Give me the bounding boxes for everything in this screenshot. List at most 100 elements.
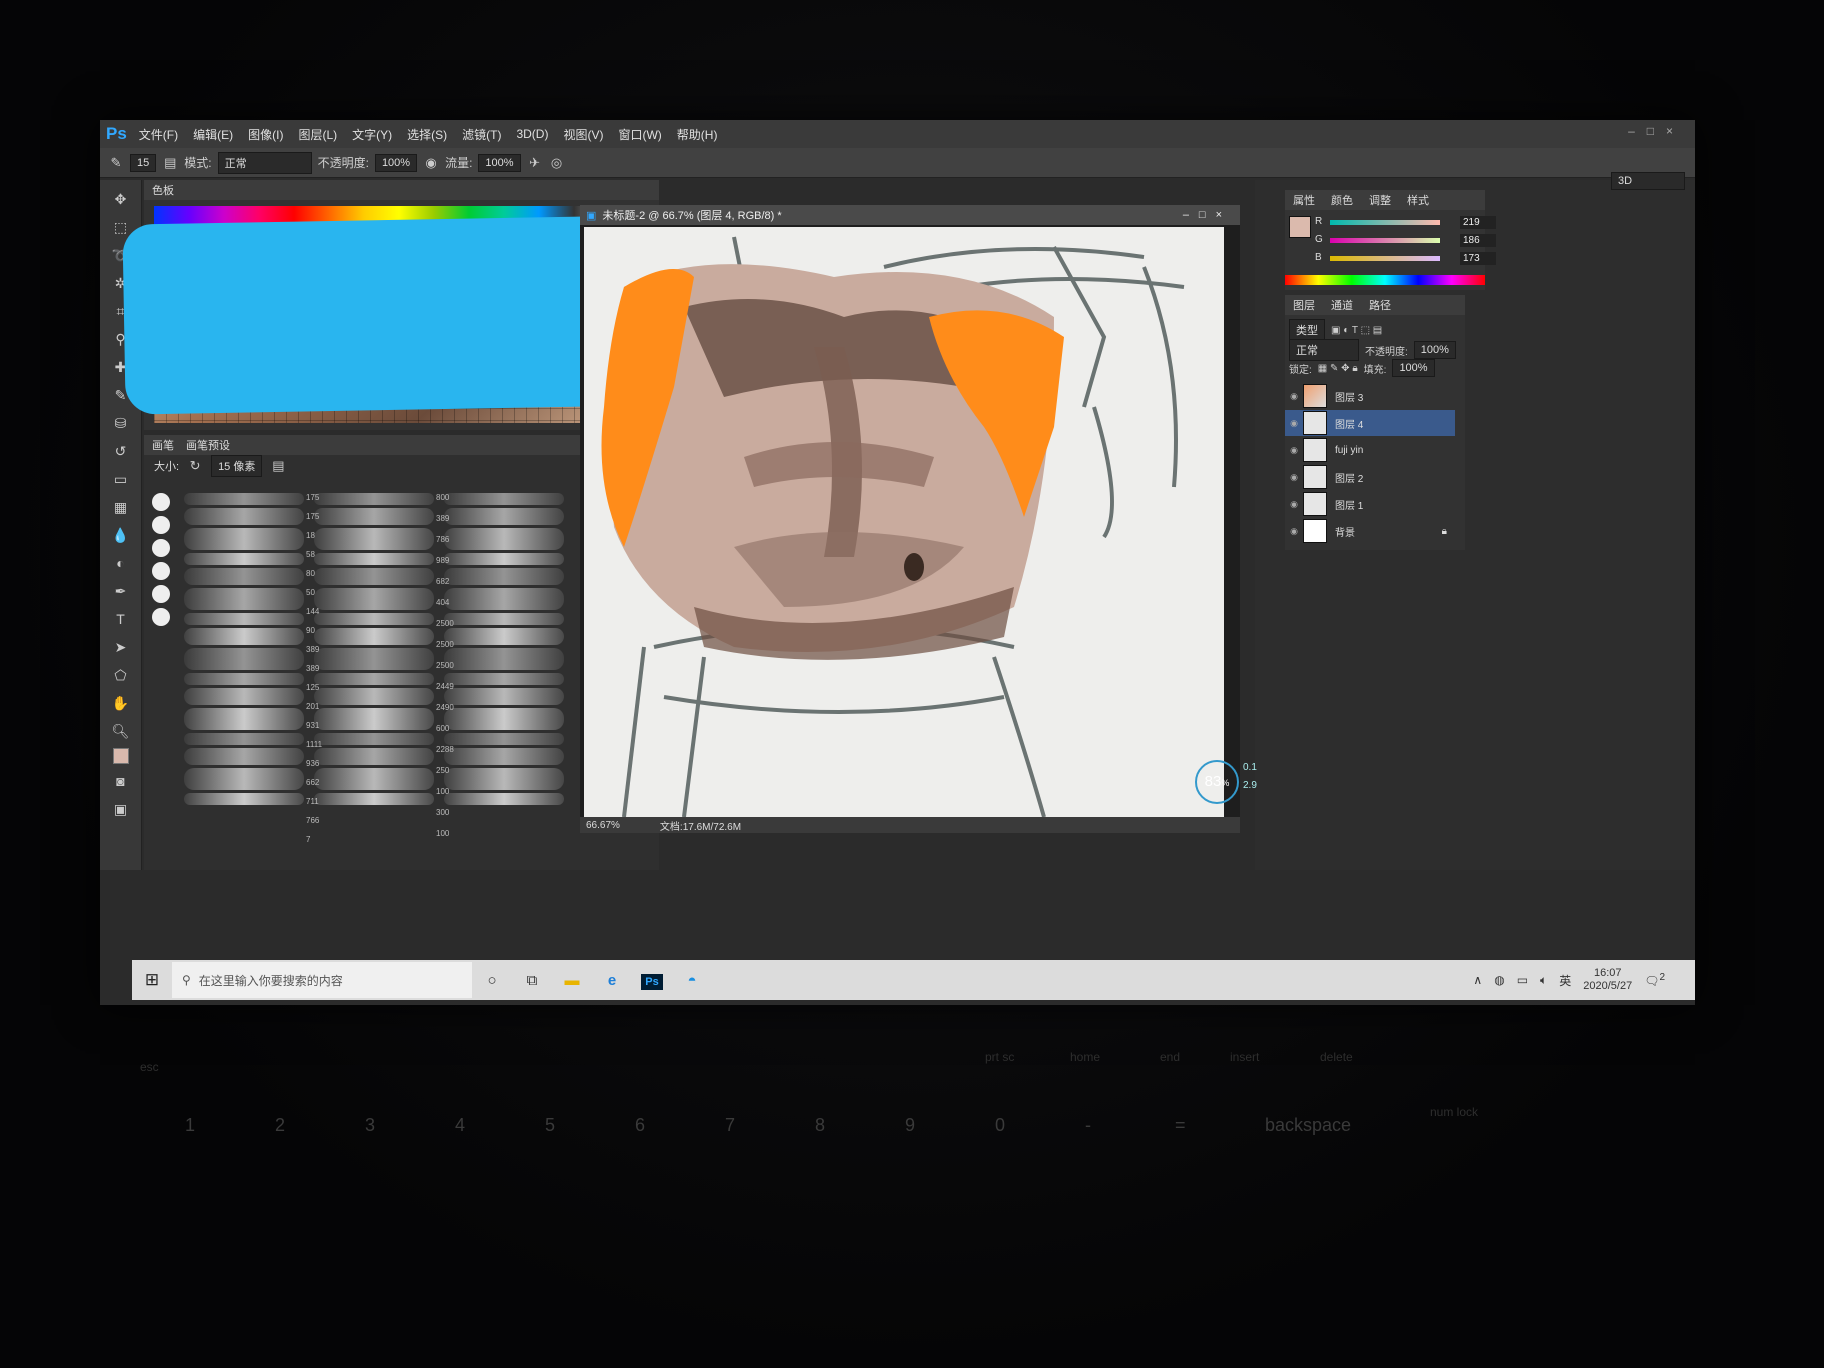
tray-overflow-icon[interactable]: ∧ <box>1473 973 1482 987</box>
round-brush-preset[interactable] <box>152 608 170 626</box>
brush-preset[interactable] <box>314 553 434 565</box>
shape-tool-icon[interactable]: ⬠ <box>110 664 132 686</box>
brush-preset[interactable] <box>314 508 434 525</box>
brush-preset[interactable] <box>184 568 304 585</box>
g-slider[interactable] <box>1330 238 1440 243</box>
path-select-icon[interactable]: ➤ <box>110 636 132 658</box>
gradient-tool-icon[interactable]: ▦ <box>110 496 132 518</box>
brush-panel-toggle-icon[interactable]: ▤ <box>162 155 178 171</box>
color-spectrum[interactable] <box>1285 275 1485 285</box>
app-taskbar-icon[interactable]: ◓ <box>672 972 712 989</box>
tab-brush-presets[interactable]: 画笔预设 <box>186 437 230 453</box>
round-brush-preset[interactable] <box>152 493 170 511</box>
zoom-tool-icon[interactable]: 🔍︎ <box>110 720 132 742</box>
windows-start-icon[interactable]: ⊞ <box>132 970 172 990</box>
tab-styles[interactable]: 样式 <box>1407 192 1429 208</box>
window-controls[interactable]: –□× <box>1628 124 1685 138</box>
round-brush-preset[interactable] <box>152 562 170 580</box>
brush-preset[interactable] <box>184 648 304 670</box>
round-brush-preset[interactable] <box>152 539 170 557</box>
volume-icon[interactable]: 🔈︎ <box>1540 973 1547 988</box>
brush-preset[interactable] <box>444 688 564 705</box>
tab-layers[interactable]: 图层 <box>1293 297 1315 313</box>
brush-preset[interactable] <box>184 708 304 730</box>
brush-preset[interactable] <box>444 648 564 670</box>
menu-image[interactable]: 图像(I) <box>248 126 283 143</box>
document-window-controls[interactable]: –□× <box>1183 209 1232 221</box>
brush-preset[interactable] <box>184 628 304 645</box>
brush-preset[interactable] <box>444 793 564 805</box>
history-brush-icon[interactable]: ↺ <box>110 440 132 462</box>
brush-preset[interactable] <box>314 688 434 705</box>
g-value[interactable]: 186 <box>1460 234 1496 247</box>
swatches-tab[interactable]: 色板 <box>152 182 174 198</box>
layer-opacity-input[interactable]: 100% <box>1413 341 1456 359</box>
brush-preset[interactable] <box>184 508 304 525</box>
brush-settings-icon[interactable]: ▤ <box>270 458 286 474</box>
move-tool-icon[interactable]: ✥ <box>110 188 132 210</box>
tab-paths[interactable]: 路径 <box>1369 297 1391 313</box>
brush-preset[interactable] <box>314 793 434 805</box>
canvas[interactable] <box>584 227 1224 817</box>
visibility-eye-icon[interactable]: ◉ <box>1285 526 1303 537</box>
brush-preset[interactable] <box>314 613 434 625</box>
size-value[interactable]: 15 像素 <box>211 455 263 477</box>
b-value[interactable]: 173 <box>1460 252 1496 265</box>
brush-preset[interactable] <box>314 528 434 550</box>
brush-preset[interactable] <box>444 493 564 505</box>
menu-layer[interactable]: 图层(L) <box>298 126 337 143</box>
brush-preset[interactable] <box>444 628 564 645</box>
pressure-size-icon[interactable]: ◎ <box>549 155 565 171</box>
task-view-icon[interactable]: ⧉ <box>512 972 552 989</box>
brush-preset[interactable] <box>444 553 564 565</box>
round-brush-preset[interactable] <box>152 516 170 534</box>
brush-preset[interactable] <box>444 708 564 730</box>
edge-browser-icon[interactable]: e <box>592 972 632 989</box>
brush-preset[interactable] <box>444 528 564 550</box>
brush-preset[interactable] <box>314 708 434 730</box>
ime-indicator[interactable]: 英 <box>1559 972 1571 989</box>
brush-preset[interactable] <box>314 628 434 645</box>
marquee-tool-icon[interactable]: ⬚ <box>110 216 132 238</box>
foreground-color-swatch[interactable] <box>112 748 129 764</box>
flow-input[interactable]: 100% <box>478 153 521 172</box>
visibility-eye-icon[interactable]: ◉ <box>1285 445 1303 456</box>
layer-row[interactable]: ◉ 图层 2 <box>1285 464 1455 490</box>
blur-tool-icon[interactable]: 💧 <box>110 524 132 546</box>
brush-preset[interactable] <box>314 748 434 765</box>
brush-preset[interactable] <box>314 673 434 685</box>
workspace-select[interactable]: 3D <box>1611 172 1685 190</box>
tab-brush[interactable]: 画笔 <box>152 437 174 453</box>
brush-tool-icon[interactable]: ✎ <box>108 155 124 171</box>
taskbar-search[interactable]: ⚲ 在这里输入你要搜索的内容 <box>172 962 472 998</box>
brush-preset[interactable] <box>184 493 304 505</box>
type-tool-icon[interactable]: T <box>110 608 132 630</box>
pressure-opacity-icon[interactable]: ◉ <box>423 155 439 171</box>
brush-preset[interactable] <box>444 508 564 525</box>
file-explorer-icon[interactable]: ▬ <box>552 972 592 989</box>
brush-preset[interactable] <box>444 748 564 765</box>
menu-type[interactable]: 文字(Y) <box>352 126 392 143</box>
stamp-tool-icon[interactable]: ⛁ <box>110 412 132 434</box>
brush-preset[interactable] <box>314 768 434 790</box>
brush-preset[interactable] <box>184 688 304 705</box>
brush-preset[interactable] <box>314 733 434 745</box>
brush-preset[interactable] <box>184 733 304 745</box>
photoshop-taskbar-icon[interactable]: Ps <box>632 972 672 990</box>
brush-preset[interactable] <box>314 588 434 610</box>
tab-properties[interactable]: 属性 <box>1293 192 1315 208</box>
menu-edit[interactable]: 编辑(E) <box>193 126 233 143</box>
brush-preset[interactable] <box>444 568 564 585</box>
filter-icons[interactable]: ▣ ◐ T ⬚ ▤ <box>1331 325 1382 336</box>
menu-help[interactable]: 帮助(H) <box>677 126 718 143</box>
brush-preset[interactable] <box>444 613 564 625</box>
mode-select[interactable]: 正常 <box>217 151 312 174</box>
tab-color[interactable]: 颜色 <box>1331 192 1353 208</box>
brush-preset[interactable] <box>184 613 304 625</box>
brush-preset[interactable] <box>444 673 564 685</box>
r-slider[interactable] <box>1330 220 1440 225</box>
brush-preset[interactable] <box>184 553 304 565</box>
brush-preset[interactable] <box>314 648 434 670</box>
fill-input[interactable]: 100% <box>1392 359 1435 377</box>
quick-mask-icon[interactable]: ◙ <box>110 770 132 792</box>
